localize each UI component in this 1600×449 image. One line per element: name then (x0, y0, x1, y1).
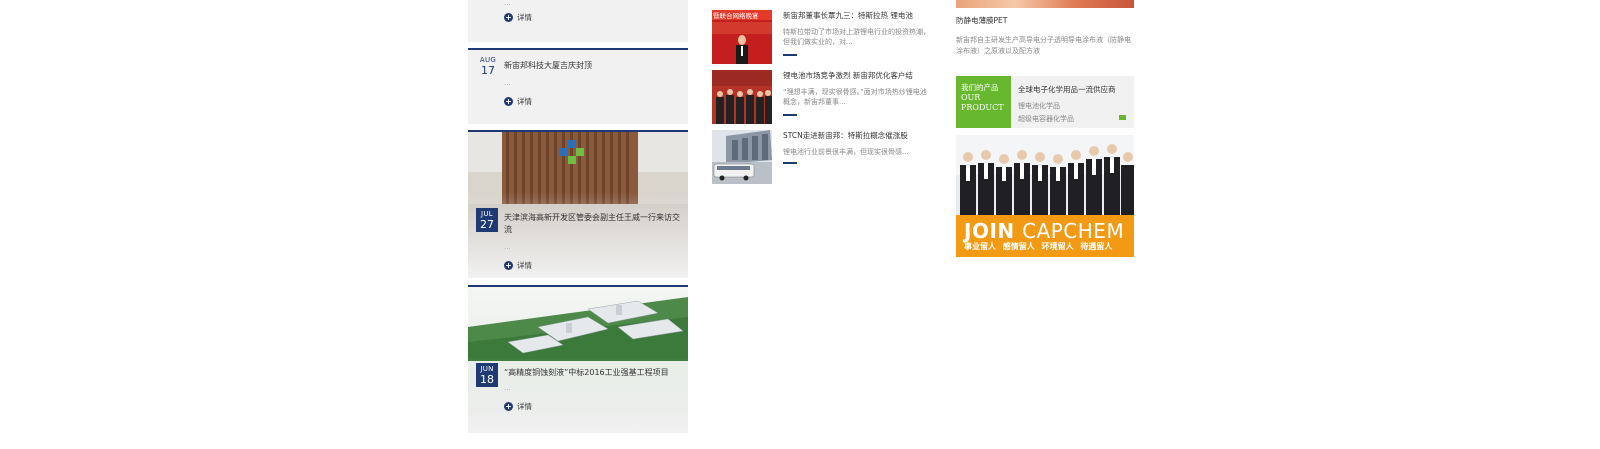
ellipsis: ... (504, 384, 511, 392)
news-thumbnail[interactable] (712, 70, 772, 124)
ellipsis: ... (504, 0, 511, 7)
join-word: JOIN (964, 219, 1015, 243)
more-link[interactable]: + 详情 (504, 96, 532, 107)
product-label-cn: 我们的产品 (961, 83, 999, 92)
product-link[interactable]: 锂电池化学品 (1018, 101, 1060, 111)
more-label: 详情 (517, 402, 532, 411)
news-card[interactable]: AUG 17 新宙邦科技大厦吉庆封顶 ... + 详情 (468, 48, 688, 124)
divider (783, 162, 797, 164)
product-title[interactable]: 全球电子化学用品一流供应商 (1018, 84, 1116, 95)
more-link[interactable]: + 详情 (504, 401, 532, 412)
join-subtitle: 事业留人 感情留人 环境留人 待遇留人 (964, 242, 1113, 251)
news-summary: 锂电池行业前景很丰满，但现实很骨感... (783, 148, 909, 156)
plus-icon: + (504, 97, 513, 106)
ellipsis: ... (504, 243, 511, 251)
list-item[interactable]: STCN走进新宙邦：特斯拉概念催涨股 锂电池行业前景很丰满，但现实很骨感... (712, 130, 932, 186)
more-link[interactable]: + 详情 (504, 12, 532, 23)
date-day: 17 (481, 64, 495, 77)
product-label-en: OUR (961, 93, 981, 102)
news-title[interactable]: 新宙邦董事长覃九三：特斯拉热 锂电池 (783, 10, 933, 21)
more-label: 详情 (517, 261, 532, 270)
ellipsis: ... (504, 79, 511, 87)
join-heading: JOIN CAPCHEM (964, 219, 1124, 243)
more-label: 详情 (517, 97, 532, 106)
product-label[interactable]: 我们的产品 OUR PRODUCT (956, 76, 1011, 128)
date-month: JUL (481, 210, 493, 218)
news-photo[interactable] (468, 132, 688, 278)
banner-text: 暨联合网络晚宴 (713, 11, 759, 20)
divider (783, 54, 797, 56)
factory-photo (468, 287, 688, 433)
news-date: JUN 18 (476, 363, 498, 387)
date-day: 27 (480, 218, 494, 231)
bus-photo (712, 130, 772, 184)
plus-icon: + (504, 13, 513, 22)
news-photo[interactable] (468, 287, 688, 433)
news-thumbnail[interactable] (712, 130, 772, 184)
news-title[interactable]: “高精度铜蚀刻液”中标2016工业强基工程项目 (504, 367, 680, 379)
plus-icon: + (504, 402, 513, 411)
join-banner-strip: JOIN CAPCHEM 事业留人 感情留人 环境留人 待遇留人 (956, 215, 1134, 257)
news-summary: 特斯拉带动了市场对上游锂电行业的投资热潮，但我们做实业的，对... (783, 28, 930, 46)
divider (783, 114, 797, 116)
menu-icon[interactable] (1119, 115, 1126, 120)
date-day: 18 (480, 373, 494, 386)
news-thumbnail[interactable]: 暨联合网络晚宴 (712, 10, 772, 64)
product-link[interactable]: 超级电容器化学品 (1018, 114, 1074, 124)
news-date: JUL 27 (476, 208, 498, 232)
feature-title[interactable]: 防静电薄膜PET (956, 15, 1007, 26)
event-photo: 暨联合网络晚宴 (712, 10, 772, 64)
date-month: AUG (479, 56, 497, 64)
news-card[interactable]: JUN 18 “高精度铜蚀刻液”中标2016工业强基工程项目 ... + 详情 (468, 285, 688, 433)
product-label-en: PRODUCT (961, 103, 1004, 112)
lobby-photo (468, 132, 688, 278)
list-item[interactable]: 锂电池市场竞争激烈 新宙邦优化客户结 “理想丰满，现实很骨感。”面对市场热炒锂电… (712, 70, 932, 126)
news-title[interactable]: 天津滨海高新开发区管委会副主任王威一行来访交流 (504, 212, 680, 236)
news-card[interactable]: ... + 详情 (468, 0, 688, 42)
plus-icon: + (504, 261, 513, 270)
news-summary: “理想丰满，现实很骨感。”面对市场热炒锂电池概念，新宙邦董事... (783, 88, 927, 106)
group-photo (712, 70, 772, 124)
list-item[interactable]: 暨联合网络晚宴 新宙邦董事长覃九三：特斯拉热 锂电池 特斯拉带动了市场对上游锂电… (712, 10, 932, 66)
news-card[interactable]: JUL 27 天津滨海高新开发区管委会副主任王威一行来访交流 ... + 详情 (468, 130, 688, 278)
date-month: JUN (480, 365, 494, 373)
news-title[interactable]: 新宙邦科技大厦吉庆封顶 (504, 60, 680, 72)
more-label: 详情 (517, 13, 532, 22)
company-word: CAPCHEM (1022, 219, 1125, 243)
news-title[interactable]: STCN走进新宙邦：特斯拉概念催涨股 (783, 130, 933, 141)
product-box[interactable]: 我们的产品 OUR PRODUCT 全球电子化学用品一流供应商 锂电池化学品 超… (956, 76, 1134, 128)
feature-image[interactable] (956, 0, 1134, 8)
join-banner[interactable]: JOIN CAPCHEM 事业留人 感情留人 环境留人 待遇留人 (956, 135, 1134, 257)
news-title[interactable]: 锂电池市场竞争激烈 新宙邦优化客户结 (783, 70, 933, 81)
more-link[interactable]: + 详情 (504, 260, 532, 271)
news-date: AUG 17 (478, 56, 498, 77)
feature-description: 新宙邦自主研发生产高导电分子透明导电涂布液（防静电涂布液）之原液以及配方液 (956, 36, 1131, 55)
